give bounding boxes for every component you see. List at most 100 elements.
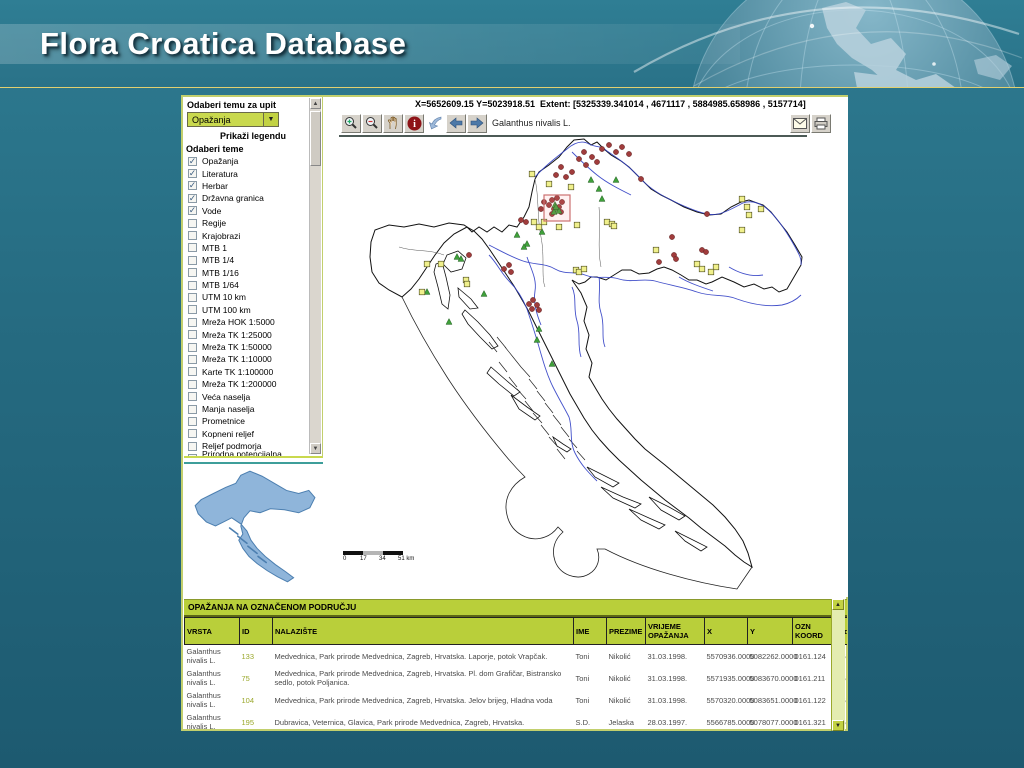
map-canvas[interactable]: 0 17 34 51 km	[339, 137, 848, 597]
literature-point[interactable]	[445, 318, 453, 325]
literature-point[interactable]	[513, 231, 521, 238]
herbarium-point[interactable]	[652, 246, 660, 254]
checkbox-icon[interactable]	[188, 292, 197, 302]
theme-item[interactable]: ✓ Državna granica	[184, 192, 322, 204]
herbarium-point[interactable]	[418, 288, 426, 296]
mail-button[interactable]	[790, 113, 810, 133]
observation-point[interactable]	[508, 269, 514, 275]
checkbox-icon[interactable]	[188, 454, 197, 456]
table-row[interactable]: Galanthus nivalis L. 75 Medvednica, Park p…	[185, 667, 848, 689]
checkbox-icon[interactable]	[188, 231, 197, 241]
observation-point[interactable]	[583, 162, 589, 168]
herbarium-point[interactable]	[745, 211, 753, 219]
observation-point[interactable]	[589, 154, 595, 160]
observation-point[interactable]	[530, 297, 536, 303]
theme-item[interactable]: Mreža TK 1:25000	[184, 328, 322, 340]
herbarium-point[interactable]	[738, 195, 746, 203]
scroll-up-icon[interactable]: ▲	[832, 599, 844, 610]
theme-item[interactable]: ✓ Literatura	[184, 167, 322, 179]
observation-point[interactable]	[553, 172, 559, 178]
herbarium-point[interactable]	[707, 268, 715, 276]
theme-item[interactable]: Mreža TK 1:50000	[184, 341, 322, 353]
back-extent-button[interactable]	[425, 114, 445, 133]
next-extent-button[interactable]	[467, 113, 487, 133]
observation-point[interactable]	[606, 142, 612, 148]
literature-point[interactable]	[533, 336, 541, 343]
checkbox-checked-icon[interactable]: ✓	[188, 206, 197, 216]
scrollbar-thumb[interactable]	[310, 111, 321, 166]
observation-point[interactable]	[704, 211, 710, 217]
observation-point[interactable]	[673, 256, 679, 262]
observation-point[interactable]	[501, 266, 507, 272]
checkbox-icon[interactable]	[188, 416, 197, 426]
observation-point[interactable]	[576, 156, 582, 162]
theme-item[interactable]: ✓ Herbar	[184, 180, 322, 192]
theme-item[interactable]: Veća naselja	[184, 390, 322, 402]
theme-item[interactable]: MTB 1/16	[184, 267, 322, 279]
theme-item[interactable]: Regije	[184, 217, 322, 229]
checkbox-icon[interactable]	[188, 218, 197, 228]
observation-point[interactable]	[506, 262, 512, 268]
checkbox-icon[interactable]	[188, 330, 197, 340]
checkbox-icon[interactable]	[188, 379, 197, 389]
theme-item[interactable]: Karte TK 1:100000	[184, 366, 322, 378]
checkbox-icon[interactable]	[188, 354, 197, 364]
observation-point[interactable]	[619, 144, 625, 150]
herbarium-point[interactable]	[528, 170, 536, 178]
herbarium-point[interactable]	[743, 203, 751, 211]
observation-point[interactable]	[563, 174, 569, 180]
theme-item[interactable]: UTM 10 km	[184, 291, 322, 303]
theme-item[interactable]: MTB 1	[184, 242, 322, 254]
observation-point[interactable]	[536, 307, 542, 313]
checkbox-checked-icon[interactable]: ✓	[188, 169, 197, 179]
herbarium-point[interactable]	[463, 280, 471, 288]
zoom-out-button[interactable]	[362, 113, 382, 133]
pan-button[interactable]	[383, 113, 403, 133]
theme-item[interactable]: ✓ Opažanja	[184, 155, 322, 167]
observation-point[interactable]	[529, 306, 535, 312]
checkbox-icon[interactable]	[188, 255, 197, 265]
table-scrollbar[interactable]: ▲ ▼	[831, 599, 845, 731]
literature-point[interactable]	[480, 290, 488, 297]
observation-point[interactable]	[594, 159, 600, 165]
observation-point[interactable]	[599, 146, 605, 152]
cell-id[interactable]: 195	[240, 711, 273, 732]
cell-id[interactable]: 133	[240, 645, 273, 668]
checkbox-icon[interactable]	[188, 342, 197, 352]
observation-point[interactable]	[656, 259, 662, 265]
theme-item[interactable]: Prirodna potencijalna vegetacija	[184, 449, 322, 456]
herbarium-point[interactable]	[610, 222, 618, 230]
scroll-down-icon[interactable]: ▼	[310, 443, 321, 454]
theme-item[interactable]: MTB 1/64	[184, 279, 322, 291]
cell-id[interactable]: 104	[240, 689, 273, 711]
observation-point[interactable]	[538, 206, 544, 212]
checkbox-icon[interactable]	[188, 429, 197, 439]
herbarium-point[interactable]	[555, 223, 563, 231]
theme-item[interactable]: ✓ Vode	[184, 205, 322, 217]
chevron-down-icon[interactable]: ▼	[263, 113, 278, 126]
herbarium-point[interactable]	[757, 205, 765, 213]
herbarium-point[interactable]	[573, 221, 581, 229]
herbarium-point[interactable]	[580, 265, 588, 273]
literature-point[interactable]	[612, 176, 620, 183]
table-row[interactable]: Galanthus nivalis L. 104 Medvednica, Park …	[185, 689, 848, 711]
observation-point[interactable]	[534, 302, 540, 308]
theme-item[interactable]: UTM 100 km	[184, 304, 322, 316]
theme-select[interactable]: Opažanja ▼	[187, 112, 279, 127]
observation-point[interactable]	[523, 219, 529, 225]
theme-item[interactable]: Krajobrazi	[184, 229, 322, 241]
zoom-in-button[interactable]	[341, 113, 361, 133]
table-row[interactable]: Galanthus nivalis L. 195 Dubravica, Vetern…	[185, 711, 848, 732]
scroll-up-icon[interactable]: ▲	[310, 98, 321, 109]
checkbox-checked-icon[interactable]: ✓	[188, 181, 197, 191]
observation-point[interactable]	[626, 151, 632, 157]
observation-point[interactable]	[558, 164, 564, 170]
checkbox-icon[interactable]	[188, 243, 197, 253]
theme-item[interactable]: Mreža TK 1:10000	[184, 353, 322, 365]
theme-item[interactable]: Manja naselja	[184, 403, 322, 415]
observation-point[interactable]	[581, 149, 587, 155]
theme-item[interactable]: Mreža TK 1:200000	[184, 378, 322, 390]
theme-item[interactable]: MTB 1/4	[184, 254, 322, 266]
theme-item[interactable]: Mreža HOK 1:5000	[184, 316, 322, 328]
checkbox-icon[interactable]	[188, 367, 197, 377]
